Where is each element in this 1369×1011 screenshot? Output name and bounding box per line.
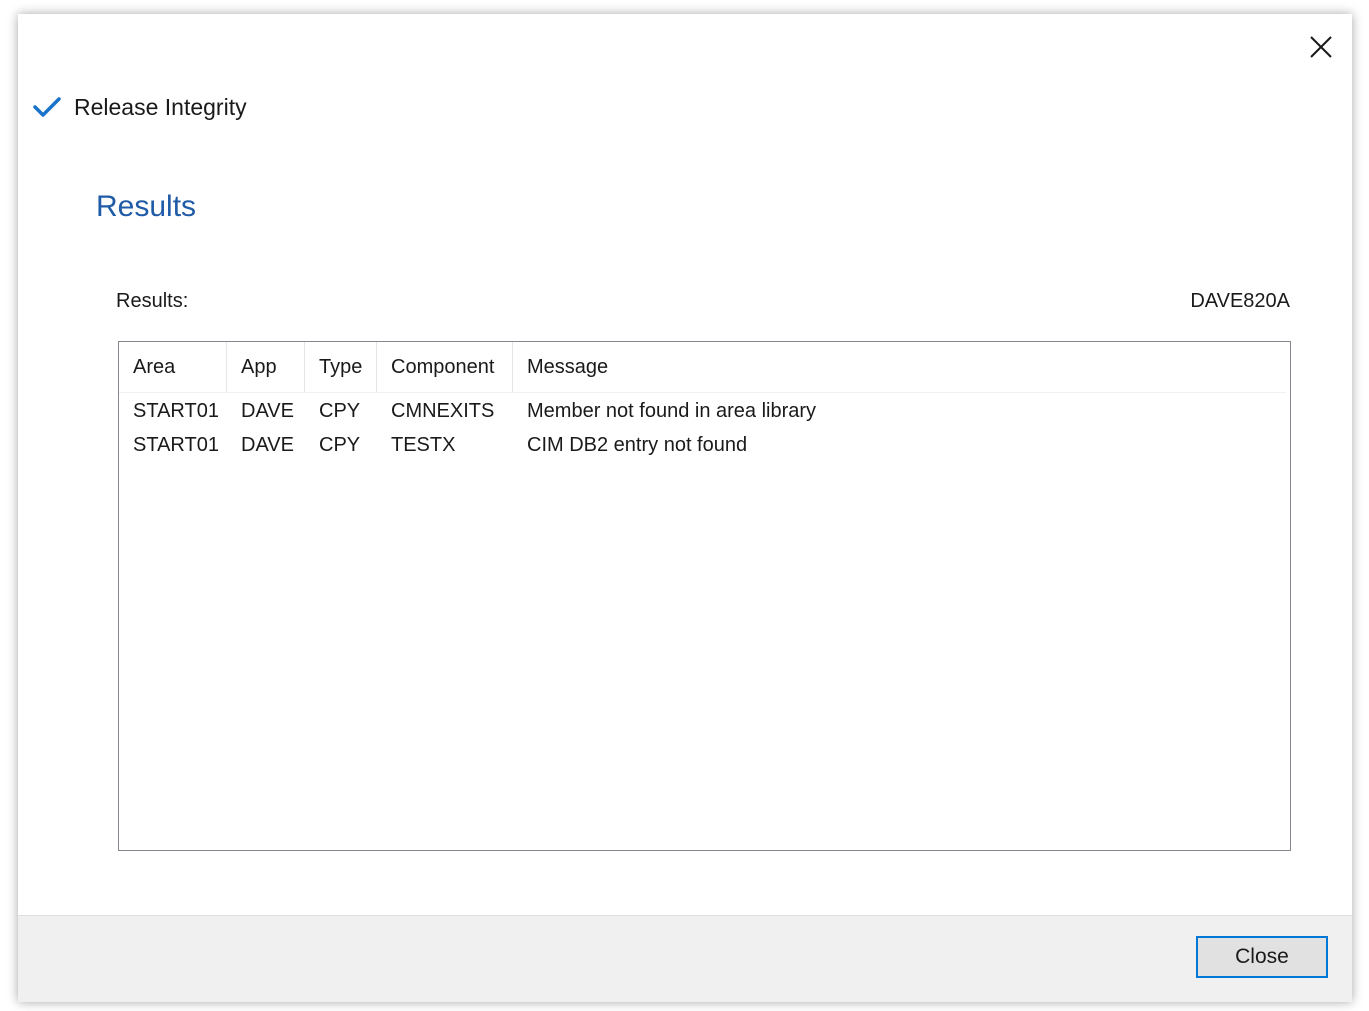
cell-area: START01 [133, 400, 219, 422]
release-integrity-dialog: Release Integrity Results Results: DAVE8… [18, 14, 1352, 1002]
section-title: Results [96, 190, 197, 223]
cell-component: TESTX [391, 434, 456, 456]
column-header-area[interactable]: Area [119, 342, 227, 392]
dialog-footer: Close [18, 915, 1352, 1002]
results-listview[interactable]: Area App Type Component Message START01 … [118, 341, 1291, 851]
cell-message: CIM DB2 entry not found [527, 434, 748, 456]
column-header-app[interactable]: App [227, 342, 305, 392]
cell-app: DAVE [241, 434, 294, 456]
listview-body: START01 DAVE CPY CMNEXITS Member not fou… [119, 394, 1290, 462]
close-button[interactable]: Close [1196, 936, 1328, 978]
package-id: DAVE820A [1190, 290, 1290, 312]
checkmark-icon [32, 96, 62, 118]
table-row[interactable]: START01 DAVE CPY CMNEXITS Member not fou… [119, 394, 1290, 428]
results-label: Results: [116, 290, 189, 312]
cell-app: DAVE [241, 400, 294, 422]
cell-type: CPY [319, 400, 361, 422]
close-x-icon[interactable] [1308, 34, 1334, 60]
task-title: Release Integrity [74, 93, 247, 120]
column-header-type[interactable]: Type [305, 342, 377, 392]
cell-component: CMNEXITS [391, 400, 495, 422]
cell-area: START01 [133, 434, 219, 456]
column-header-message[interactable]: Message [513, 342, 1286, 392]
task-heading: Release Integrity [32, 92, 247, 122]
table-row[interactable]: START01 DAVE CPY TESTX CIM DB2 entry not… [119, 428, 1290, 462]
listview-header: Area App Type Component Message [119, 342, 1286, 393]
cell-message: Member not found in area library [527, 400, 817, 422]
column-header-component[interactable]: Component [377, 342, 513, 392]
cell-type: CPY [319, 434, 361, 456]
